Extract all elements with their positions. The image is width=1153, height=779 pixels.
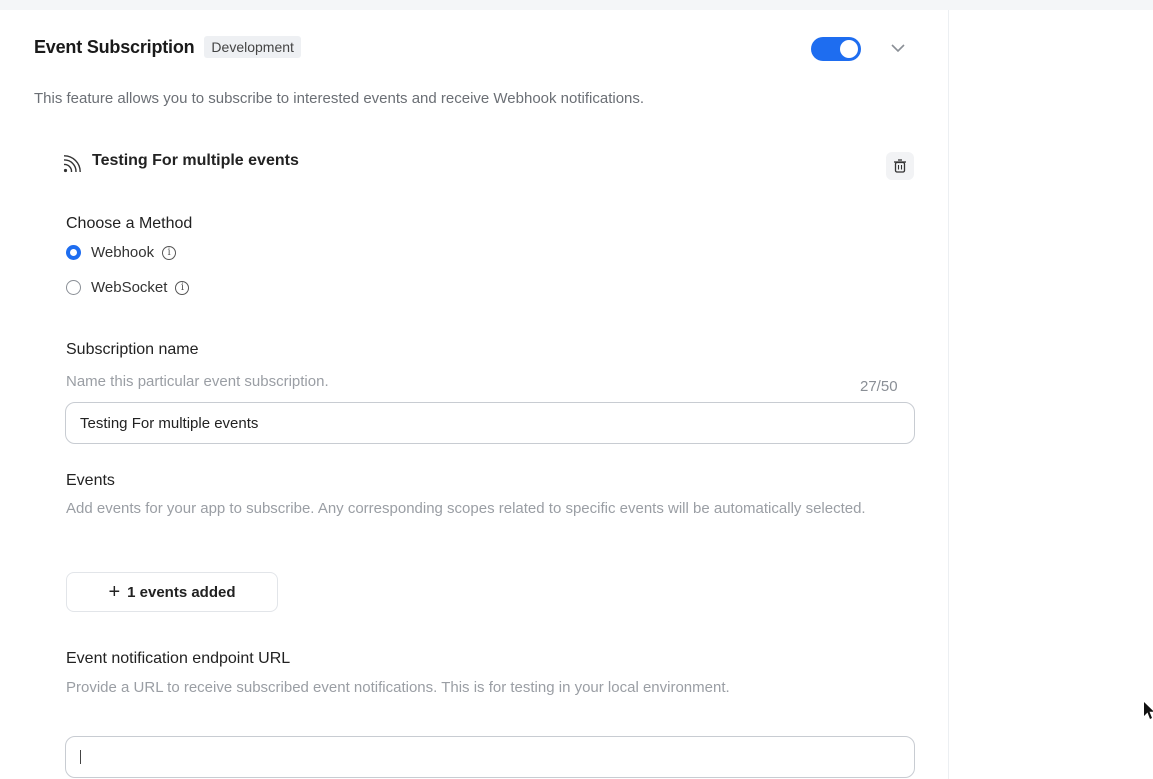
webhook-radio[interactable] [66, 245, 81, 260]
event-subscription-card: Event Subscription Development This feat… [0, 10, 948, 779]
subscription-name-help: Name this particular event subscription. [66, 373, 329, 390]
endpoint-url-help: Provide a URL to receive subscribed even… [66, 679, 730, 696]
delete-subscription-button[interactable] [886, 152, 914, 180]
top-strip [0, 0, 1153, 10]
subscription-name-input[interactable]: Testing For multiple events [65, 402, 915, 444]
websocket-label: WebSocket [91, 279, 168, 296]
webhook-label: Webhook [91, 244, 155, 261]
websocket-radio[interactable] [66, 280, 81, 295]
environment-badge: Development [204, 36, 301, 58]
section-description: This feature allows you to subscribe to … [34, 90, 645, 107]
subscription-title: Testing For multiple events [92, 152, 299, 169]
toggle-knob [840, 40, 858, 58]
text-caret [80, 750, 81, 764]
right-blank-area [948, 10, 1153, 779]
chevron-down-icon[interactable] [888, 38, 908, 58]
events-help: Add events for your app to subscribe. An… [66, 500, 866, 517]
webhook-radio-option[interactable]: Webhook i [66, 244, 177, 261]
event-subscription-toggle[interactable] [811, 37, 861, 61]
section-title: Event Subscription [34, 36, 195, 57]
websocket-radio-option[interactable]: WebSocket i [66, 279, 190, 296]
endpoint-url-input[interactable] [65, 736, 915, 778]
mouse-cursor-icon [1144, 702, 1153, 719]
subscription-name-label: Subscription name [66, 341, 199, 358]
character-counter: 27/50 [860, 378, 898, 395]
method-label: Choose a Method [66, 215, 193, 232]
subscription-name-value: Testing For multiple events [80, 414, 259, 432]
rss-icon [63, 155, 81, 173]
trash-icon [894, 159, 906, 173]
section-header: Event Subscription Development [34, 36, 301, 58]
endpoint-url-label: Event notification endpoint URL [66, 650, 291, 667]
info-icon[interactable]: i [162, 245, 177, 260]
subscription-item: Testing For multiple events Choose a Met… [48, 128, 924, 779]
add-events-button[interactable]: + 1 events added [66, 572, 278, 612]
info-icon[interactable]: i [175, 280, 190, 295]
add-events-label: 1 events added [127, 583, 236, 601]
plus-icon: + [108, 581, 121, 603]
events-label: Events [66, 472, 115, 489]
